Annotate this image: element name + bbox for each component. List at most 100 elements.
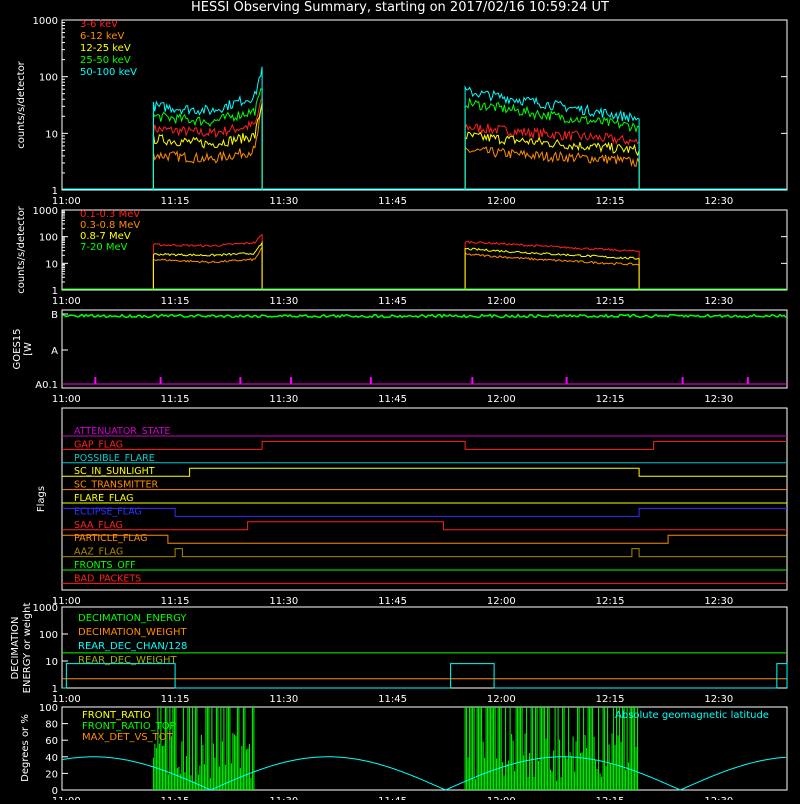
panel1-xtick-label: 11:30 — [269, 196, 298, 207]
panel1-series-4 — [464, 85, 640, 190]
flag-label: BAD_PACKETS — [74, 573, 141, 584]
panel2-xtick-label: 12:15 — [596, 296, 625, 307]
decim-legend-entry: REAR_DEC_CHAN/128 — [78, 641, 187, 652]
ratio-ytick-label: 0 — [52, 786, 58, 797]
panel2-ytick-label: 1 — [52, 286, 58, 297]
decim-ytick-label: 1 — [52, 684, 58, 695]
ratio-ytick-label: 80 — [45, 720, 58, 731]
ratio-legend-geolat: Absolute geomagnetic latitude — [615, 710, 769, 721]
flags-xtick-label: 11:15 — [161, 596, 190, 607]
panel1-ytick-label: 100 — [39, 73, 58, 84]
decim-ytick-label: 10 — [45, 657, 58, 668]
panel2-ytick-label: 10 — [45, 259, 58, 270]
goes-frame — [61, 309, 788, 389]
goes-xtick-label: 12:30 — [704, 394, 733, 405]
panel1-ytick-label: 10 — [45, 129, 58, 140]
panel2-series-2 — [152, 240, 263, 290]
decim-xtick-label: 12:30 — [704, 694, 733, 705]
decim-xtick-label: 11:15 — [161, 694, 190, 705]
panel2-legend-entry: 7-20 MeV — [80, 242, 128, 253]
flags-xtick-label: 11:30 — [269, 596, 298, 607]
panel1-ytick-label: 1000 — [33, 16, 58, 27]
goes-flux-line — [61, 313, 787, 319]
panel2-series-1 — [464, 252, 640, 290]
flag-line — [62, 467, 787, 477]
panel2-xtick-label: 12:00 — [487, 296, 516, 307]
panel2-xtick-label: 11:30 — [269, 296, 298, 307]
ratio-ytick-label: 20 — [45, 769, 58, 780]
panel1-xtick-label: 11:45 — [378, 196, 407, 207]
decim-xtick-label: 12:00 — [487, 694, 516, 705]
panel2-xtick-label: 11:45 — [378, 296, 407, 307]
flags-frame — [61, 407, 788, 591]
decim-xtick-label: 12:15 — [596, 694, 625, 705]
panel2-series-2 — [464, 247, 640, 290]
ratio-xtick-label: 11:30 — [269, 796, 298, 800]
goes-ytick-label: A — [51, 346, 58, 357]
goes-xtick-label: 11:30 — [269, 394, 298, 405]
ratio-ylabel: Degrees or % — [20, 714, 31, 782]
decim-ytick-label: 100 — [39, 630, 58, 641]
flag-label: AAZ_FLAG — [74, 547, 123, 558]
decim-legend-entry: DECIMATION_ENERGY — [78, 613, 187, 624]
ratio-geolat-line — [61, 756, 787, 791]
decim-ylabel-2: ENERGY or weight — [22, 603, 33, 694]
panel1-frame — [61, 19, 788, 191]
goes-xtick-label: 11:45 — [378, 394, 407, 405]
panel2-legend-entry: 0.1-0.3 MeV — [80, 209, 140, 220]
flag-label: ATTENUATOR_STATE — [74, 426, 170, 437]
panel1-ytick-label: 1 — [52, 186, 58, 197]
flag-line — [62, 521, 787, 531]
goes-ytick-label: B — [51, 310, 58, 321]
panel1-xtick-label: 11:15 — [161, 196, 190, 207]
decim-xtick-label: 11:30 — [269, 694, 298, 705]
panel2-legend-entry: 0.3-0.8 MeV — [80, 220, 140, 231]
panel1-legend-entry: 50-100 keV — [80, 67, 137, 78]
decim-legend-entry: DECIMATION_WEIGHT — [78, 627, 187, 638]
ratio-legend-entry: FRONT_RATIO — [82, 710, 151, 721]
goes-xtick-label: 12:00 — [487, 394, 516, 405]
decim-xtick-label: 11:45 — [378, 694, 407, 705]
flags-xtick-label: 12:00 — [487, 596, 516, 607]
flag-line — [62, 548, 787, 558]
flag-label: FRONTS_OFF — [74, 560, 136, 571]
ratio-xtick-label: 11:15 — [161, 796, 190, 800]
panel1-legend-entry: 3-6 keV — [80, 19, 118, 30]
panel1-legend-entry: 12-25 keV — [80, 43, 131, 54]
flag-line — [62, 534, 787, 544]
panel1-legend-entry: 25-50 keV — [80, 55, 131, 66]
panel2-xtick-label: 12:30 — [704, 296, 733, 307]
panel1-series-1 — [152, 106, 263, 190]
flags-xtick-label: 12:30 — [704, 596, 733, 607]
panel1-series-3 — [464, 98, 640, 190]
goes-ylabel: GOES15 — [12, 328, 23, 369]
flag-line — [62, 507, 787, 517]
panel1-legend-entry: 6-12 keV — [80, 31, 124, 42]
flags-ylabel: Flags — [36, 486, 47, 512]
ratio-xtick-label: 12:15 — [596, 796, 625, 800]
goes-xtick-label: 12:15 — [596, 394, 625, 405]
flag-label: GAP_FLAG — [74, 439, 123, 450]
flag-label: SC_TRANSMITTER — [74, 480, 159, 491]
flag-label: POSSIBLE_FLARE — [74, 453, 155, 464]
ratio-legend-entry: FRONT_RATIO_TOP — [82, 721, 176, 732]
ratio-xtick-label: 12:30 — [704, 796, 733, 800]
goes-ylabel-unit: [W — [23, 342, 34, 356]
panel1-series-0 — [464, 123, 640, 190]
ratio-xtick-label: 12:00 — [487, 796, 516, 800]
panel1-xtick-label: 12:30 — [704, 196, 733, 207]
panel2-legend-entry: 0.8-7 MeV — [80, 231, 131, 242]
ratio-ytick-label: 100 — [39, 703, 58, 714]
panel1-series-0 — [152, 98, 263, 190]
flag-label: SAA_FLAG — [74, 520, 123, 531]
page-title: HESSI Observing Summary, starting on 201… — [191, 0, 609, 15]
ratio-ytick-label: 40 — [45, 753, 58, 764]
panel2-ylabel: counts/s/detector — [16, 205, 27, 293]
ratio-ytick-label: 60 — [45, 736, 58, 747]
panel2-series-0 — [464, 240, 640, 290]
panel2-ytick-label: 100 — [39, 233, 58, 244]
panel2-ytick-label: 1000 — [33, 206, 58, 217]
flag-line — [62, 440, 787, 450]
goes-xtick-label: 11:15 — [161, 394, 190, 405]
ratio-xtick-label: 11:45 — [378, 796, 407, 800]
